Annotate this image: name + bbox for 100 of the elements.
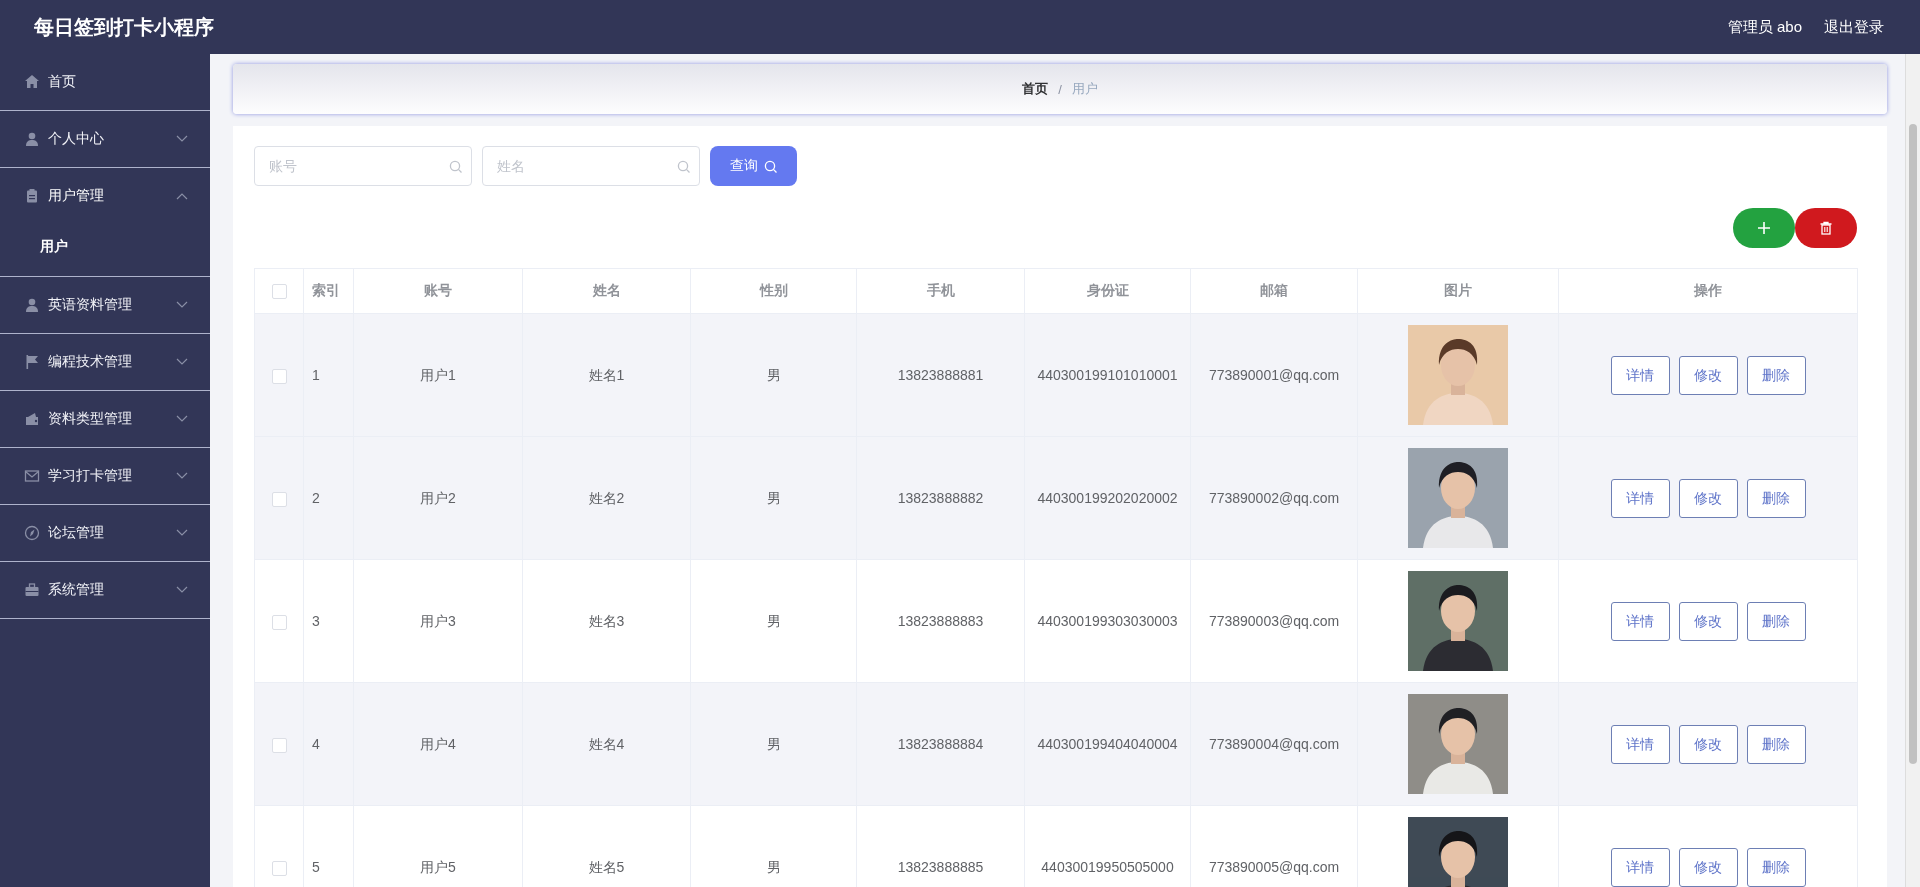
table-cell: 13823888881 (897, 367, 984, 383)
table-cell: 773890005@qq.com (1208, 859, 1340, 875)
trash-icon (1819, 221, 1833, 235)
table-row[interactable]: 1 用户1 姓名1 男 13823888881 440300199101010001 773890001@qq.com 详情 修改 删除 (254, 313, 1858, 437)
table-cell: 440300199404040004 (1037, 736, 1178, 752)
table-cell: 男 (766, 859, 781, 875)
table-cell: 44030019950505000 (1041, 859, 1174, 875)
mail-icon (24, 468, 40, 484)
column-header: 邮箱 (1190, 268, 1358, 314)
table-cell: 13823888884 (897, 736, 984, 752)
table-cell: 1 (312, 367, 320, 383)
sidebar-item[interactable]: 学习打卡管理 (0, 448, 210, 504)
table-cell: 773890004@qq.com (1208, 736, 1340, 752)
action-button[interactable]: 删除 (1746, 724, 1806, 764)
checkbox[interactable] (271, 614, 287, 630)
table-cell: 用户2 (420, 490, 456, 506)
chevron-icon (176, 415, 188, 423)
action-button[interactable]: 修改 (1678, 601, 1738, 641)
checkbox[interactable] (271, 368, 287, 384)
table-cell: 用户3 (420, 613, 456, 629)
user-icon (24, 297, 40, 313)
column-header: 性别 (690, 268, 857, 314)
action-button[interactable]: 详情 (1610, 724, 1670, 764)
home-icon (24, 74, 40, 90)
action-button[interactable]: 详情 (1610, 355, 1670, 395)
table-cell: 440300199202020002 (1037, 490, 1178, 506)
column-header: 操作 (1558, 268, 1858, 314)
sidebar-item[interactable]: 英语资料管理 (0, 277, 210, 333)
table-cell: 男 (766, 613, 781, 629)
column-header: 手机 (856, 268, 1025, 314)
table-cell: 773890002@qq.com (1208, 490, 1340, 506)
chevron-icon (176, 135, 188, 143)
column-header: 图片 (1357, 268, 1559, 314)
sidebar-item[interactable]: 首页 (0, 54, 210, 110)
table-row[interactable]: 5 用户5 姓名5 男 13823888885 44030019950505000 773890005@qq.com 详情 修改 删除 (254, 805, 1858, 887)
sidebar-item[interactable]: 系统管理 (0, 562, 210, 618)
action-button[interactable]: 详情 (1610, 601, 1670, 641)
search-field[interactable]: 姓名 (482, 146, 700, 186)
table-cell: 用户1 (420, 367, 456, 383)
action-button[interactable]: 删除 (1746, 847, 1806, 887)
column-header: 姓名 (522, 268, 691, 314)
table-row[interactable]: 4 用户4 姓名4 男 13823888884 440300199404040004 773890004@qq.com 详情 修改 删除 (254, 682, 1858, 806)
sidebar-item[interactable]: 编程技术管理 (0, 334, 210, 390)
sidebar-item[interactable]: 论坛管理 (0, 505, 210, 561)
table-cell: 姓名4 (588, 736, 625, 752)
action-button[interactable]: 修改 (1678, 478, 1738, 518)
checkbox[interactable] (271, 491, 287, 507)
table-cell: 13823888882 (897, 490, 984, 506)
table-cell: 男 (766, 367, 781, 383)
chevron-icon (176, 301, 188, 309)
compass-icon (24, 525, 40, 541)
search-icon (449, 160, 462, 173)
clipboard-icon (24, 188, 40, 204)
wallet-icon (24, 411, 40, 427)
table-cell: 姓名1 (588, 367, 625, 383)
search-field[interactable]: 账号 (254, 146, 472, 186)
app-title: 每日签到打卡小程序 (34, 14, 214, 40)
sidebar-item[interactable]: 个人中心 (0, 111, 210, 167)
checkbox[interactable] (271, 860, 287, 876)
action-button[interactable]: 删除 (1746, 601, 1806, 641)
checkbox[interactable] (271, 737, 287, 753)
delete-button[interactable] (1795, 208, 1857, 248)
add-button[interactable] (1733, 208, 1795, 248)
search-button[interactable]: 查询 (710, 146, 797, 186)
sidebar-item[interactable]: 用户管理 (0, 168, 210, 224)
plus-icon (1757, 221, 1771, 235)
chevron-icon (176, 192, 188, 200)
chevron-icon (176, 472, 188, 480)
column-header: 索引 (303, 268, 354, 314)
logout-link[interactable]: 退出登录 (1824, 17, 1884, 37)
checkbox[interactable] (271, 284, 287, 300)
action-button[interactable]: 修改 (1678, 847, 1738, 887)
table-cell: 13823888883 (897, 613, 984, 629)
flag-icon (24, 354, 40, 370)
table-cell: 姓名3 (588, 613, 625, 629)
breadcrumb-separator: / (1058, 81, 1062, 97)
action-button[interactable]: 详情 (1610, 847, 1670, 887)
action-button[interactable]: 修改 (1678, 355, 1738, 395)
chevron-icon (176, 529, 188, 537)
admin-name: 管理员 abo (1727, 17, 1802, 37)
table-cell: 13823888885 (897, 859, 984, 875)
breadcrumb-link[interactable]: 首页 (1022, 80, 1049, 98)
table-row[interactable]: 2 用户2 姓名2 男 13823888882 440300199202020002 773890002@qq.com 详情 修改 删除 (254, 436, 1858, 560)
sidebar-item[interactable]: 资料类型管理 (0, 391, 210, 447)
column-header: 身份证 (1024, 268, 1191, 314)
action-button[interactable]: 详情 (1610, 478, 1670, 518)
sidebar-subitem[interactable]: 用户 (0, 224, 210, 272)
table-row[interactable]: 3 用户3 姓名3 男 13823888883 440300199303030003 773890003@qq.com 详情 修改 删除 (254, 559, 1858, 683)
table-cell: 773890001@qq.com (1208, 367, 1340, 383)
table-cell: 4 (312, 736, 320, 752)
table-cell: 2 (312, 490, 320, 506)
action-button[interactable]: 修改 (1678, 724, 1738, 764)
action-button[interactable]: 删除 (1746, 355, 1806, 395)
scrollbar[interactable] (1905, 54, 1920, 887)
table-cell: 3 (312, 613, 320, 629)
table-cell: 773890003@qq.com (1208, 613, 1340, 629)
table-cell: 男 (766, 736, 781, 752)
action-button[interactable]: 删除 (1746, 478, 1806, 518)
table-cell: 440300199101010001 (1037, 367, 1178, 383)
table-cell: 440300199303030003 (1037, 613, 1178, 629)
